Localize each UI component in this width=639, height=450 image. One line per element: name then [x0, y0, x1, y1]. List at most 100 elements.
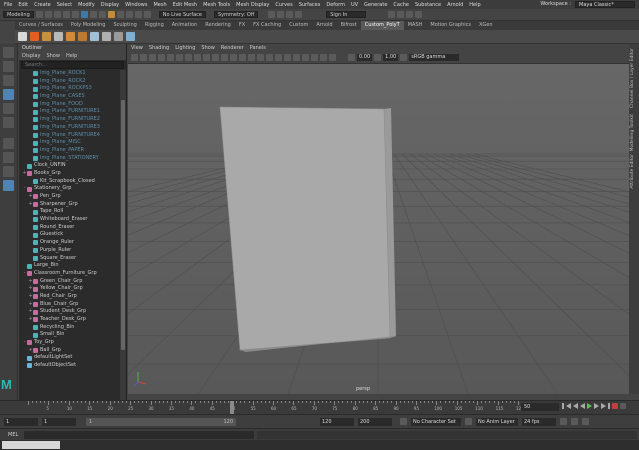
snap-point-icon[interactable]	[134, 11, 142, 18]
current-frame-field[interactable]: 50	[521, 403, 559, 411]
outliner-node[interactable]: Round_Eraser	[19, 224, 119, 232]
lights-icon[interactable]	[248, 54, 255, 61]
viewport-menu-lighting[interactable]: Lighting	[175, 45, 195, 51]
mode-dropdown[interactable]: Modeling	[3, 11, 34, 18]
outliner-node[interactable]: - Classroom_Furniture_Grp	[19, 270, 119, 278]
isolate-select-icon[interactable]	[302, 54, 309, 61]
shelf-tab-animation[interactable]: Animation	[168, 21, 202, 30]
taskbar-window-button[interactable]	[2, 441, 60, 449]
outliner-node[interactable]: + Ball_Grp	[19, 347, 119, 355]
menu-substance[interactable]: Substance	[415, 2, 441, 8]
outliner-node[interactable]: Img_Plane_ROCK1	[19, 70, 119, 78]
playhead[interactable]	[230, 401, 235, 415]
undo-icon[interactable]	[62, 11, 70, 18]
menu-arnold[interactable]: Arnold	[447, 2, 463, 8]
shelf-tool-icon[interactable]	[30, 32, 39, 41]
outliner-node[interactable]: Clock_UNFIN	[19, 162, 119, 170]
menu-file[interactable]: File	[4, 2, 12, 8]
snap-view-icon[interactable]	[143, 11, 151, 18]
backface-culling-icon[interactable]	[329, 54, 336, 61]
outliner-node[interactable]: Img_Plane_FURNITURE4	[19, 132, 119, 140]
menu-mesh[interactable]: Mesh	[153, 2, 166, 8]
tab-channel-box[interactable]: Channel Box / Layer Editor	[630, 48, 635, 108]
two-pane-layout-icon[interactable]	[3, 166, 14, 177]
gate-mask-icon[interactable]	[194, 54, 201, 61]
menu-help[interactable]: Help	[469, 2, 480, 8]
shelf-tool-icon[interactable]	[90, 32, 99, 41]
step-back-frame-icon[interactable]	[573, 403, 578, 409]
save-scene-icon[interactable]	[53, 11, 61, 18]
outliner-node[interactable]: + Teacher_Desk_Grp	[19, 316, 119, 324]
select-hierarchy-icon[interactable]	[80, 11, 88, 18]
lock-selection-icon[interactable]	[107, 11, 115, 18]
playback-speed-icon[interactable]	[582, 418, 589, 425]
shelf-tab-arnold[interactable]: Arnold	[312, 21, 336, 30]
ipr-render-icon[interactable]	[277, 11, 285, 18]
outliner-node[interactable]: Img_Plane_FURNITURE1	[19, 108, 119, 116]
outliner-node[interactable]: Recycling_Bin	[19, 324, 119, 332]
single-pane-layout-icon[interactable]	[3, 138, 14, 149]
loop-icon[interactable]	[620, 403, 626, 409]
hypershade-icon[interactable]	[295, 11, 303, 18]
camera-select-icon[interactable]	[131, 54, 138, 61]
redo-icon[interactable]	[71, 11, 79, 18]
viewport-menu-view[interactable]: View	[131, 45, 143, 51]
menu-windows[interactable]: Windows	[125, 2, 147, 8]
outliner-node[interactable]: Square_Eraser	[19, 255, 119, 263]
rotate-tool-icon[interactable]	[3, 103, 14, 114]
textured-icon[interactable]	[239, 54, 246, 61]
book-model[interactable]	[219, 106, 396, 352]
anim-layer-dropdown[interactable]: No Anim Layer	[476, 417, 518, 426]
xray-joints-icon[interactable]	[320, 54, 327, 61]
viewport-scene[interactable]	[128, 64, 629, 394]
toggle-modeling-toolkit-icon[interactable]	[388, 11, 396, 18]
outliner-node[interactable]: Whiteboard_Eraser	[19, 216, 119, 224]
shadows-icon[interactable]	[257, 54, 264, 61]
menu-curves[interactable]: Curves	[275, 2, 292, 8]
outliner-scrollbar[interactable]	[120, 70, 126, 400]
go-to-end-icon[interactable]	[608, 403, 610, 409]
shelf-tab-custom-polyt[interactable]: Custom_PolyT	[360, 21, 404, 30]
menu-display[interactable]: Display	[101, 2, 119, 8]
outliner-node[interactable]: defaultObjectSet	[19, 362, 119, 370]
play-backwards-icon[interactable]	[580, 403, 585, 409]
viewport-menu-shading[interactable]: Shading	[149, 45, 169, 51]
ambient-occlusion-icon[interactable]	[266, 54, 273, 61]
shelf-tab-custom[interactable]: Custom	[285, 21, 312, 30]
outliner-node[interactable]: + Pen_Grp	[19, 193, 119, 201]
outliner-node[interactable]: + Student_Desk_Grp	[19, 308, 119, 316]
range-bar[interactable]: 1 120	[86, 417, 236, 426]
shelf-tab-xgen[interactable]: XGen	[475, 21, 497, 30]
menu-uv[interactable]: UV	[351, 2, 358, 8]
shelf-tab-motion-graphics[interactable]: Motion Graphics	[426, 21, 475, 30]
bookmark-icon[interactable]	[149, 54, 156, 61]
auto-key-icon[interactable]	[612, 403, 618, 409]
open-scene-icon[interactable]	[44, 11, 52, 18]
render-settings-icon[interactable]	[286, 11, 294, 18]
time-slider[interactable]: 5 10 15 20 25 30 35 40 45 50 55 60 65 70 75 80 85 90 95 100…	[0, 400, 639, 415]
outliner-menu-display[interactable]: Display	[22, 53, 40, 59]
play-forwards-icon[interactable]	[587, 403, 592, 409]
select-component-icon[interactable]	[98, 11, 106, 18]
end-time-field[interactable]: 200	[358, 417, 392, 426]
workspace-dropdown[interactable]: Maya Classic*	[575, 1, 635, 8]
start-time-field[interactable]: 1	[4, 417, 38, 426]
outliner-scroll-thumb[interactable]	[121, 100, 125, 350]
shelf-tool-icon[interactable]	[54, 32, 63, 41]
outliner-node[interactable]: Img_Plane_FURNITURE2	[19, 116, 119, 124]
viewport-menu-show[interactable]: Show	[201, 45, 215, 51]
script-language-label[interactable]: MEL	[8, 432, 18, 438]
menu-mesh-tools[interactable]: Mesh Tools	[203, 2, 230, 8]
playback-end-field[interactable]: 120	[320, 417, 354, 426]
outliner-node[interactable]: + Green_Chair_Grp	[19, 278, 119, 286]
outliner-node[interactable]: Tape_Roll	[19, 208, 119, 216]
smooth-shade-icon[interactable]	[230, 54, 237, 61]
shelf-tab-curves-surfaces[interactable]: Curves / Surfaces	[15, 21, 67, 30]
menu-deform[interactable]: Deform	[326, 2, 345, 8]
playback-start-field[interactable]: 1	[42, 417, 76, 426]
gamma-field[interactable]: 1.00	[383, 54, 399, 61]
outliner-node[interactable]: + Books_Grp	[19, 170, 119, 178]
outliner-node[interactable]: Img_Plane_ROCKPS3	[19, 85, 119, 93]
render-icon[interactable]	[268, 11, 276, 18]
live-surface-dropdown[interactable]: No Live Surface	[158, 11, 206, 18]
